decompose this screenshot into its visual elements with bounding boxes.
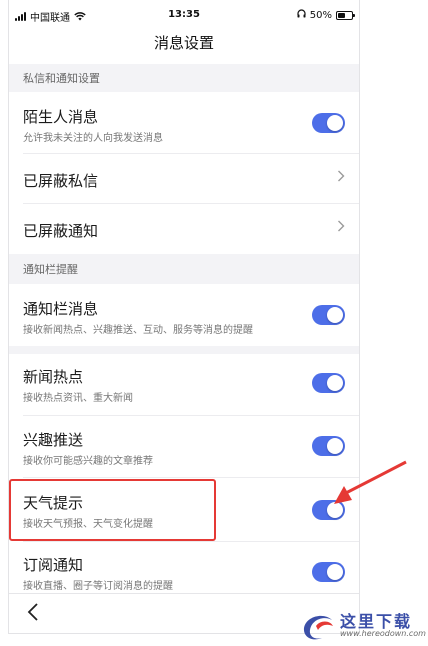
chevron-right-icon (337, 220, 345, 236)
headphone-icon (297, 9, 306, 21)
row-news-hot[interactable]: 新闻热点 接收热点资讯、重大新闻 (9, 354, 359, 416)
row-blocked-notice[interactable]: 已屏蔽通知 (9, 204, 359, 254)
status-right: 50% (297, 9, 355, 21)
row-subscription-notice[interactable]: 订阅通知 接收直播、圈子等订阅消息的提醒 (9, 542, 359, 596)
toggle-knob (327, 375, 343, 391)
row-title: 兴趣推送 (23, 431, 84, 449)
toggle-knob (327, 307, 343, 323)
watermark-logo-icon (303, 615, 333, 640)
row-interest-push[interactable]: 兴趣推送 接收你可能感兴趣的文章推荐 (9, 416, 359, 478)
toggle-knob (327, 438, 343, 454)
row-subtitle: 接收热点资讯、重大新闻 (23, 393, 133, 404)
row-subtitle: 接收新闻热点、兴趣推送、互动、服务等消息的提醒 (23, 325, 253, 336)
battery-icon (336, 10, 355, 20)
row-subtitle: 允许我未关注的人向我发送消息 (23, 133, 163, 144)
row-subtitle: 接收直播、圈子等订阅消息的提醒 (23, 581, 173, 592)
interest-push-toggle[interactable] (312, 436, 345, 456)
battery-percent: 50% (309, 9, 332, 21)
toggle-knob (327, 115, 343, 131)
row-title: 已屏蔽通知 (23, 222, 99, 240)
toggle-knob (327, 564, 343, 580)
row-stranger-messages[interactable]: 陌生人消息 允许我未关注的人向我发送消息 (9, 92, 359, 154)
watermark: 这里下载 www.hereodown.com (298, 604, 426, 644)
row-title: 订阅通知 (23, 556, 84, 574)
page-title: 消息设置 (153, 34, 214, 52)
row-subtitle: 接收你可能感兴趣的文章推荐 (23, 456, 153, 467)
chevron-right-icon (337, 170, 345, 186)
phone-screen: 中国联通 13:35 50% 消息设置 私信和通知设置 陌生人消息 允许我未关注… (8, 0, 360, 634)
section-header-notification-bar: 通知栏提醒 (9, 254, 359, 284)
news-hot-toggle[interactable] (312, 373, 345, 393)
section-header-dm: 私信和通知设置 (9, 64, 359, 92)
stranger-messages-toggle[interactable] (312, 113, 345, 133)
subscription-notice-toggle[interactable] (312, 562, 345, 582)
chevron-left-icon[interactable] (27, 602, 39, 626)
group-gap (9, 346, 359, 354)
row-notification-bar[interactable]: 通知栏消息 接收新闻热点、兴趣推送、互动、服务等消息的提醒 (9, 284, 359, 346)
row-title: 已屏蔽私信 (23, 172, 99, 190)
red-arrow-icon (334, 460, 407, 504)
row-title: 陌生人消息 (23, 108, 99, 126)
row-title: 通知栏消息 (23, 300, 99, 318)
watermark-url: www.hereodown.com (340, 629, 426, 638)
status-bar: 中国联通 13:35 50% (9, 0, 359, 30)
highlight-annotation-box (9, 479, 216, 541)
notification-bar-toggle[interactable] (312, 305, 345, 325)
row-blocked-dm[interactable]: 已屏蔽私信 (9, 154, 359, 204)
row-title: 新闻热点 (23, 368, 84, 386)
